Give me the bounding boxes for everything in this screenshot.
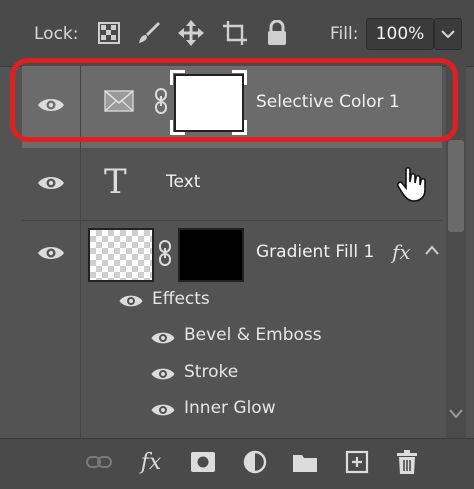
scroll-down-arrow-icon[interactable] [448,408,464,420]
eye-icon [38,247,64,259]
link-icon [86,456,112,468]
eye-icon[interactable] [118,293,144,309]
folder-icon [293,455,317,472]
effects-header[interactable]: Effects [152,289,210,309]
layer-effects-badge[interactable]: fx [392,240,411,264]
effect-item[interactable]: Bevel & Emboss [184,325,322,345]
fill-input[interactable]: 100% [366,18,434,50]
effect-item[interactable]: Stroke [184,362,238,382]
fill-label: Fill: [330,24,359,44]
trash-icon [397,450,417,474]
add-layer-style-button[interactable]: fx [136,448,166,476]
visibility-toggle-text[interactable] [22,168,80,198]
chevron-down-icon [441,30,455,39]
add-mask-button[interactable] [188,448,218,476]
link-layers-button[interactable] [84,448,114,476]
hand-cursor-icon [397,166,426,202]
text-layer-icon: T [104,162,127,202]
half-circle-adjustment-icon [243,450,267,474]
eye-icon[interactable] [150,366,176,382]
layer-row-text[interactable] [22,150,442,221]
new-group-button[interactable] [290,448,320,476]
visibility-toggle-gradient-fill[interactable] [22,238,80,268]
delete-layer-button[interactable] [392,448,422,476]
transparent-layer-thumbnail[interactable] [88,228,154,282]
selection-highlight-outline [10,58,458,142]
eye-icon[interactable] [150,402,176,418]
lock-image-pixels-brush-icon[interactable] [134,18,164,48]
eye-icon[interactable] [150,330,176,346]
layers-panel: Lock: Fill: 100% Selective Color 1 T Tex… [0,0,474,489]
layer-name: Text [166,172,201,192]
layer-name: Gradient Fill 1 [256,242,375,262]
lock-all-padlock-icon[interactable] [262,18,292,48]
eye-icon [38,177,64,189]
lock-position-move-icon[interactable] [176,18,206,48]
chevron-up-icon[interactable] [424,244,440,256]
plus-square-icon [345,450,369,474]
lock-artboard-icon[interactable] [220,18,250,48]
new-adjustment-layer-button[interactable] [240,448,270,476]
link-chain-icon[interactable] [158,240,172,266]
gradient-mask-thumbnail[interactable] [178,228,244,282]
fill-dropdown-button[interactable] [434,18,462,50]
mask-icon [191,452,215,472]
scrollbar-thumb[interactable] [448,140,464,232]
new-layer-button[interactable] [342,448,372,476]
lock-transparent-pixels-icon[interactable] [94,18,124,48]
lock-label: Lock: [34,24,79,44]
effect-item[interactable]: Inner Glow [184,398,276,418]
